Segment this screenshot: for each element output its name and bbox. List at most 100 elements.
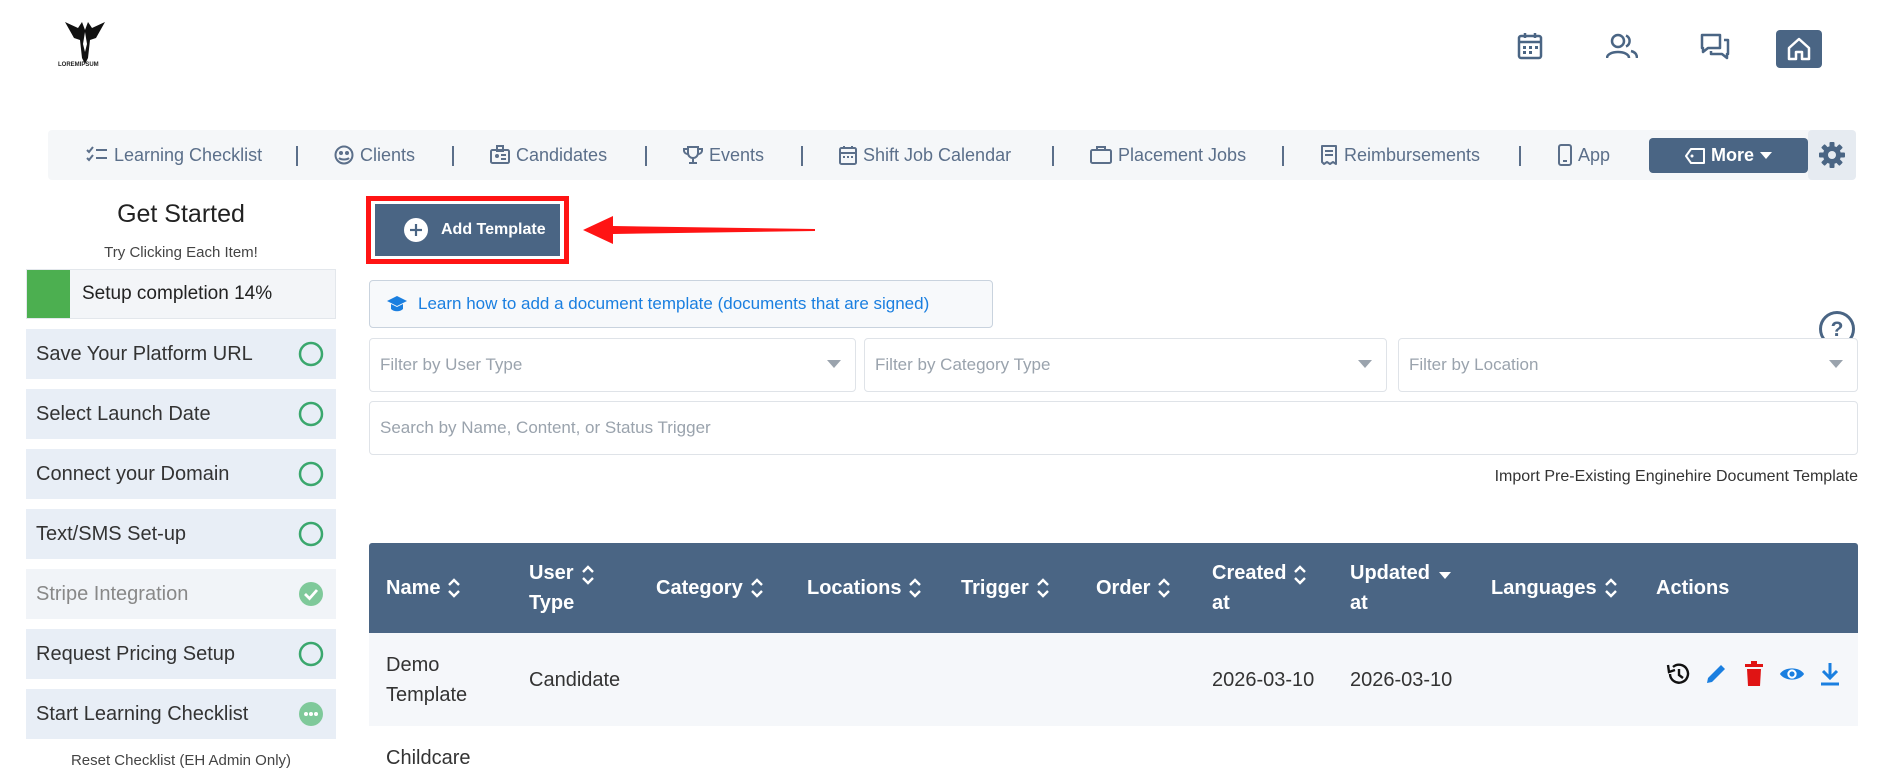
home-button[interactable] (1776, 30, 1822, 68)
column-label: User Type (529, 562, 575, 614)
nav-events[interactable]: Events (683, 130, 764, 180)
task-label: Stripe Integration (36, 582, 189, 605)
import-template-link[interactable]: Import Pre-Existing Enginehire Document … (1495, 468, 1858, 486)
task-request-pricing-setup[interactable]: Request Pricing Setup (26, 629, 336, 679)
sort-icon (1294, 565, 1307, 585)
nav-label: Reimbursements (1344, 144, 1481, 165)
column-label: Category (656, 577, 743, 599)
filter-location-select[interactable]: Filter by Location (1398, 338, 1858, 392)
column-label: Updated at (1350, 562, 1430, 614)
task-label: Save Your Platform URL (36, 342, 253, 365)
column-header-category[interactable]: Category (656, 543, 763, 633)
column-header-languages[interactable]: Languages (1491, 543, 1617, 633)
task-connect-domain[interactable]: Connect your Domain (26, 449, 336, 499)
nav-shift-job-calendar[interactable]: Shift Job Calendar (839, 130, 1011, 180)
sort-icon (750, 578, 763, 598)
history-icon[interactable] (1665, 661, 1691, 687)
calendar-icon (839, 146, 857, 165)
setup-progress: Setup completion 14% (26, 269, 336, 319)
filter-placeholder: Filter by Category Type (875, 355, 1051, 374)
caret-down-icon (827, 360, 841, 368)
nav-learning-checklist[interactable]: Learning Checklist (86, 130, 262, 180)
sort-icon (1036, 578, 1049, 598)
progress-label: Setup completion 14% (82, 283, 273, 304)
search-input[interactable] (380, 418, 1857, 438)
sort-icon (1158, 578, 1171, 598)
cell-user-type: Candidate (529, 669, 621, 691)
nav-label: Events (709, 144, 765, 165)
home-icon (1787, 37, 1811, 61)
delete-icon[interactable] (1741, 661, 1767, 687)
download-icon[interactable] (1817, 661, 1843, 687)
column-header-trigger[interactable]: Trigger (961, 543, 1049, 633)
filter-user-type-select[interactable]: Filter by User Type (369, 338, 856, 392)
nav-separator (1052, 146, 1054, 166)
nav-separator (1519, 146, 1521, 166)
filter-placeholder: Filter by User Type (380, 355, 523, 374)
caret-down-icon (1760, 151, 1772, 159)
nav-placement-jobs[interactable]: Placement Jobs (1090, 130, 1246, 180)
task-label: Text/SMS Set-up (36, 522, 187, 545)
nav-app[interactable]: App (1558, 130, 1610, 180)
sort-icon (1604, 578, 1617, 598)
nav-candidates[interactable]: Candidates (490, 130, 607, 180)
settings-button[interactable] (1808, 130, 1856, 180)
table-header: Name User Type Category Locations Trigger… (369, 543, 1858, 633)
column-header-created[interactable]: Created at (1212, 543, 1307, 633)
nav-label: Candidates (516, 144, 608, 165)
checklist-icon (86, 146, 107, 162)
more-button[interactable]: More (1649, 138, 1808, 173)
candidates-icon (490, 145, 510, 164)
ellipsis-circle-icon (299, 702, 323, 726)
task-label: Start Learning Checklist (36, 702, 249, 725)
calendar-icon[interactable] (1514, 30, 1546, 62)
column-label: Locations (807, 577, 902, 599)
filter-category-select[interactable]: Filter by Category Type (864, 338, 1387, 392)
logo-icon (65, 22, 105, 64)
nav-separator (296, 146, 298, 166)
column-header-name[interactable]: Name (386, 543, 461, 633)
task-label: Connect your Domain (36, 462, 230, 485)
task-save-platform-url[interactable]: Save Your Platform URL (26, 329, 336, 379)
column-label: Order (1096, 577, 1151, 599)
search-box (369, 401, 1858, 455)
task-select-launch-date[interactable]: Select Launch Date (26, 389, 336, 439)
get-started-title: Get Started (117, 200, 245, 228)
chat-icon[interactable] (1699, 30, 1731, 62)
column-header-order[interactable]: Order (1096, 543, 1171, 633)
pending-circle-icon (298, 401, 324, 427)
view-icon[interactable] (1779, 661, 1805, 687)
nav-separator (645, 146, 647, 166)
sort-desc-icon (1439, 572, 1451, 579)
column-label: Created at (1212, 562, 1287, 614)
clients-icon (334, 145, 354, 165)
column-label: Actions (1656, 577, 1730, 599)
task-label: Select Launch Date (36, 402, 211, 425)
nav-clients[interactable]: Clients (334, 130, 415, 180)
column-header-updated[interactable]: Updated at (1350, 543, 1452, 633)
learn-add-template-link[interactable]: Learn how to add a document template (do… (369, 280, 993, 328)
task-stripe-integration[interactable]: Stripe Integration (26, 569, 336, 619)
logo-text: LOREMIPSUM (58, 62, 99, 68)
check-circle-icon (299, 582, 323, 606)
nav-label: Shift Job Calendar (863, 144, 1012, 165)
task-text-sms-setup[interactable]: Text/SMS Set-up (26, 509, 336, 559)
row-actions (1665, 661, 1843, 687)
caret-down-icon (1358, 360, 1372, 368)
phone-icon (1558, 144, 1572, 166)
column-header-user-type[interactable]: User Type (529, 543, 595, 633)
users-icon[interactable] (1606, 30, 1638, 62)
task-start-learning-checklist[interactable]: Start Learning Checklist (26, 689, 336, 739)
sort-icon (582, 565, 595, 585)
get-started-subtitle: Try Clicking Each Item! (104, 244, 258, 261)
nav-reimbursements[interactable]: Reimbursements (1320, 130, 1480, 180)
table-row[interactable] (369, 726, 1858, 774)
add-template-button[interactable]: Add Template (375, 204, 560, 256)
column-label: Name (386, 577, 441, 599)
sort-icon (448, 578, 461, 598)
reset-checklist-link[interactable]: Reset Checklist (EH Admin Only) (26, 752, 336, 769)
column-header-locations[interactable]: Locations (807, 543, 922, 633)
task-label: Request Pricing Setup (36, 642, 236, 665)
column-header-actions: Actions (1656, 543, 1729, 633)
edit-icon[interactable] (1703, 661, 1729, 687)
